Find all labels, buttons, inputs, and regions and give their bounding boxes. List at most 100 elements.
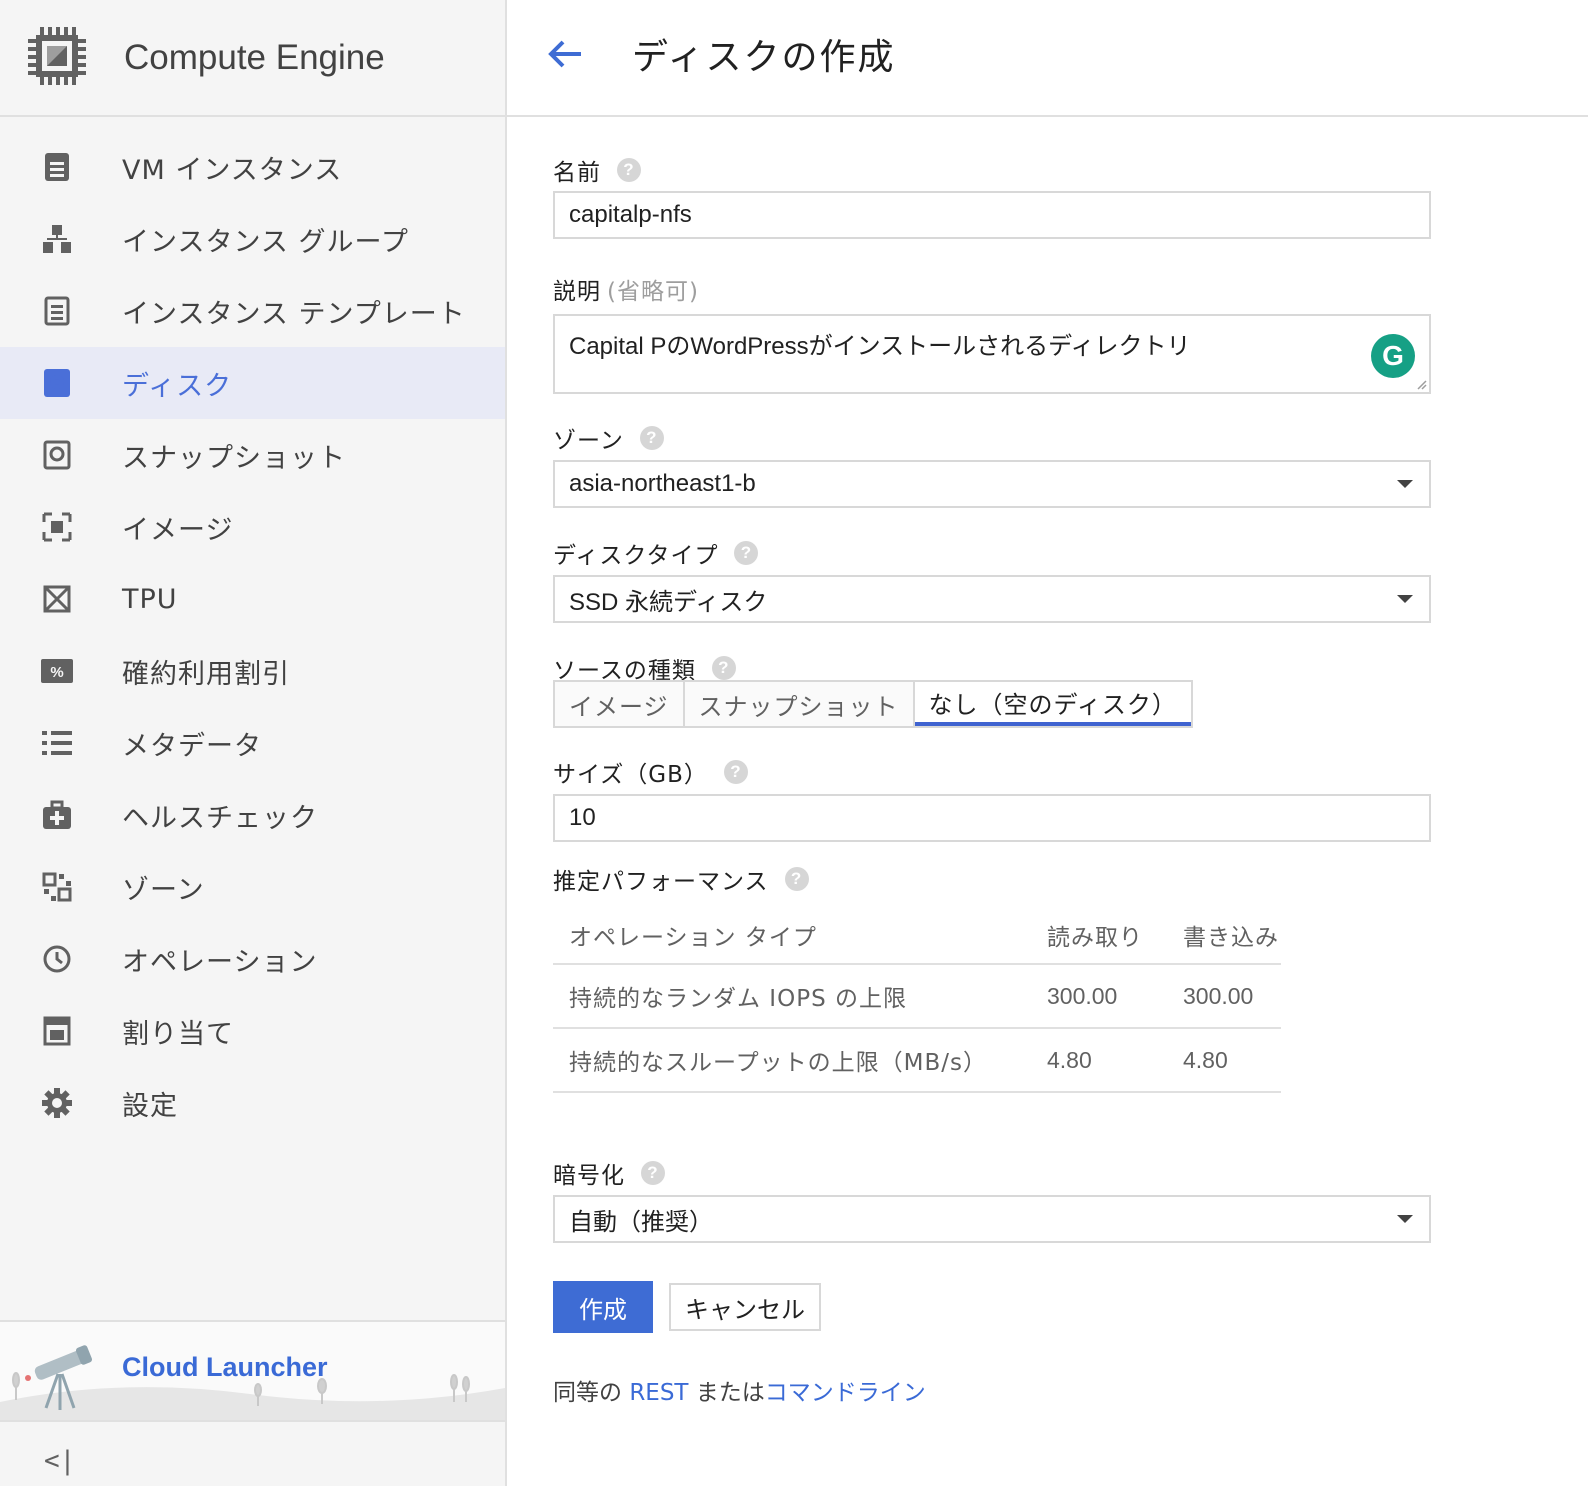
sidebar-item-label: 設定 — [122, 1090, 178, 1122]
sidebar-header: Compute Engine — [0, 0, 505, 117]
zone-value: asia-northeast1-b — [569, 470, 756, 497]
column-header: 読み取り — [1031, 906, 1167, 965]
discount-icon: % — [40, 654, 74, 688]
disk-type-label-text: ディスクタイプ — [553, 543, 719, 569]
help-icon[interactable]: ? — [641, 1161, 665, 1185]
size-label: サイズ（GB） ? — [553, 755, 748, 789]
compute-engine-chip-icon — [26, 25, 88, 91]
zone-label: ゾーン ? — [553, 421, 664, 455]
image-icon — [40, 510, 74, 544]
sidebar-item-label: 割り当て — [122, 1018, 234, 1050]
grammarly-icon[interactable]: G — [1371, 334, 1415, 378]
quota-icon — [40, 1014, 74, 1048]
table-cell: 持続的なランダム IOPS の上限 — [553, 964, 1031, 1029]
sidebar-item-vm-instances[interactable]: VM インスタンス — [0, 131, 505, 203]
snapshot-icon — [40, 438, 74, 472]
encryption-value: 自動（推奨） — [569, 1208, 713, 1236]
dropdown-arrow-icon — [1397, 595, 1413, 603]
name-label: 名前 ? — [553, 153, 641, 187]
help-icon[interactable]: ? — [723, 760, 748, 784]
rest-link[interactable]: REST — [629, 1380, 688, 1406]
sidebar-item-health-checks[interactable]: ヘルスチェック — [0, 779, 505, 851]
source-option-image[interactable]: イメージ — [555, 682, 685, 726]
help-icon[interactable]: ? — [711, 656, 736, 680]
table-row: 持続的なランダム IOPS の上限 300.00 300.00 — [553, 964, 1281, 1029]
equiv-prefix: 同等の — [553, 1380, 630, 1406]
settings-icon — [40, 1086, 74, 1120]
column-header: 書き込み — [1167, 906, 1281, 965]
description-textarea[interactable]: Capital PのWordPressがインストールされるディレクトリ G — [553, 314, 1431, 394]
source-option-blank[interactable]: なし（空のディスク） — [914, 682, 1191, 726]
sidebar-item-label: イメージ — [122, 514, 234, 546]
cancel-button[interactable]: キャンセル — [669, 1283, 821, 1331]
back-arrow-icon[interactable] — [545, 34, 585, 74]
name-label-text: 名前 — [553, 160, 601, 186]
size-input[interactable]: 10 — [553, 794, 1431, 842]
sidebar-item-zones[interactable]: ゾーン — [0, 851, 505, 923]
optional-hint: (省略可) — [607, 279, 699, 305]
performance-label: 推定パフォーマンス ? — [553, 862, 809, 896]
zone-select[interactable]: asia-northeast1-b — [553, 460, 1431, 508]
encryption-label-text: 暗号化 — [553, 1163, 625, 1189]
table-header-row: オペレーション タイプ 読み取り 書き込み — [553, 906, 1281, 965]
table-cell: 4.80 — [1167, 1028, 1281, 1093]
help-icon[interactable]: ? — [784, 867, 809, 891]
sidebar-item-label: 確約利用割引 — [122, 658, 290, 690]
health-check-icon — [40, 798, 74, 832]
sidebar-item-snapshots[interactable]: スナップショット — [0, 419, 505, 491]
sidebar-item-operations[interactable]: オペレーション — [0, 923, 505, 995]
sidebar-item-images[interactable]: イメージ — [0, 491, 505, 563]
sidebar-item-label: ヘルスチェック — [122, 802, 318, 834]
collapse-icon: <| — [44, 1446, 76, 1476]
sidebar-item-committed-use[interactable]: % 確約利用割引 — [0, 635, 505, 707]
disk-type-label: ディスクタイプ ? — [553, 536, 759, 570]
dropdown-arrow-icon — [1397, 1215, 1413, 1223]
table-row: 持続的なスループットの上限（MB/s） 4.80 4.80 — [553, 1028, 1281, 1093]
sidebar-item-tpu[interactable]: TPU — [0, 563, 505, 635]
sidebar-item-label: スナップショット — [122, 442, 346, 474]
vm-instance-icon — [40, 150, 74, 184]
sidebar-item-metadata[interactable]: メタデータ — [0, 707, 505, 779]
collapse-sidebar-button[interactable]: <| — [0, 1420, 505, 1486]
svg-text:%: % — [50, 664, 63, 681]
sidebar-item-instance-groups[interactable]: インスタンス グループ — [0, 203, 505, 275]
sidebar-item-label: インスタンス グループ — [122, 226, 409, 258]
instance-group-icon — [40, 222, 74, 256]
cloud-launcher-link[interactable]: Cloud Launcher — [122, 1352, 328, 1383]
disk-type-value: SSD 永続ディスク — [569, 588, 768, 616]
sidebar-item-disks[interactable]: ディスク — [0, 347, 505, 419]
dropdown-arrow-icon — [1397, 480, 1413, 488]
page-header: ディスクの作成 — [507, 0, 1588, 117]
help-icon[interactable]: ? — [734, 541, 759, 565]
app-title: Compute Engine — [124, 37, 385, 77]
column-header: オペレーション タイプ — [553, 906, 1031, 965]
table-cell: 300.00 — [1167, 964, 1281, 1029]
sidebar-item-instance-templates[interactable]: インスタンス テンプレート — [0, 275, 505, 347]
table-cell: 持続的なスループットの上限（MB/s） — [553, 1028, 1031, 1093]
sidebar-item-label: メタデータ — [122, 730, 262, 762]
source-option-snapshot[interactable]: スナップショット — [685, 682, 915, 726]
encryption-select[interactable]: 自動（推奨） — [553, 1195, 1431, 1243]
name-input[interactable]: capitalp-nfs — [553, 191, 1431, 239]
sidebar-nav: VM インスタンス インスタンス グループ インスタンス テンプレート ディスク… — [0, 131, 505, 1139]
disk-icon — [40, 366, 74, 400]
cloud-launcher-banner[interactable]: Cloud Launcher — [0, 1320, 505, 1420]
resize-handle-icon[interactable] — [1415, 378, 1427, 390]
help-icon[interactable]: ? — [639, 426, 664, 450]
instance-template-icon — [40, 294, 74, 328]
help-icon[interactable]: ? — [617, 158, 641, 182]
table-cell: 4.80 — [1031, 1028, 1167, 1093]
description-label: 説明 (省略可) — [553, 272, 699, 306]
performance-label-text: 推定パフォーマンス — [553, 869, 769, 895]
sidebar: Compute Engine VM インスタンス インスタンス グループ インス… — [0, 0, 507, 1486]
sidebar-item-label: VM インスタンス — [122, 154, 343, 186]
disk-type-select[interactable]: SSD 永続ディスク — [553, 575, 1431, 623]
sidebar-item-settings[interactable]: 設定 — [0, 1067, 505, 1139]
tpu-icon — [40, 582, 74, 616]
sidebar-item-label: TPU — [122, 583, 178, 615]
equiv-middle: または — [688, 1380, 765, 1406]
sidebar-item-quotas[interactable]: 割り当て — [0, 995, 505, 1067]
create-button[interactable]: 作成 — [553, 1281, 653, 1333]
command-line-link[interactable]: コマンドライン — [765, 1380, 926, 1406]
metadata-icon — [40, 726, 74, 760]
